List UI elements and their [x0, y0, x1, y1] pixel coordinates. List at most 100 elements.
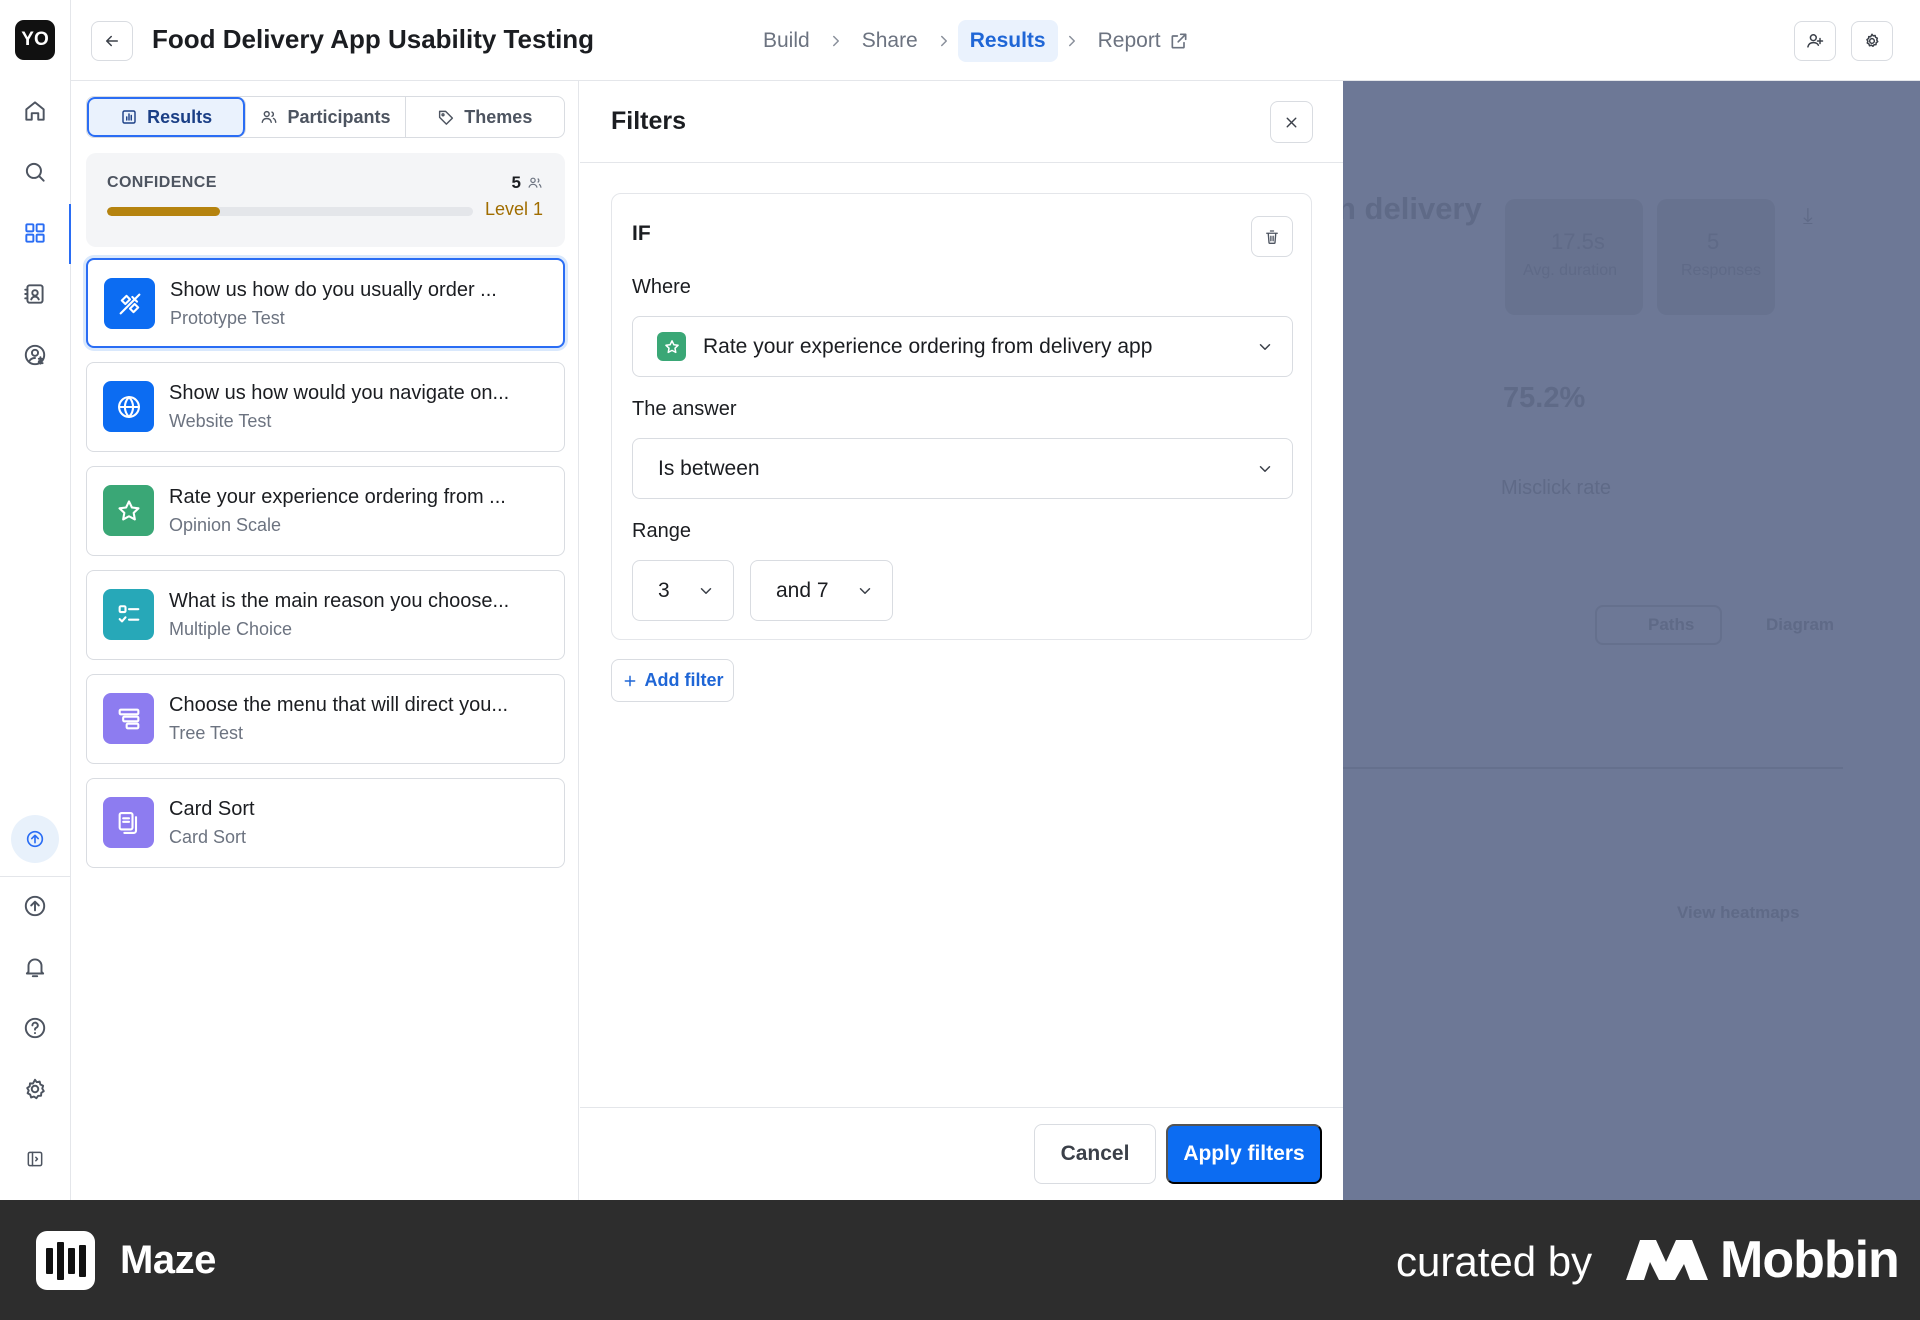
star-icon	[664, 339, 679, 353]
gear-icon	[1866, 33, 1879, 47]
filters-footer: Cancel Apply filters	[580, 1107, 1343, 1200]
block-title: Card Sort	[169, 798, 255, 820]
where-value: Rate your experience ordering from deliv…	[703, 334, 1153, 358]
tab-participants-label: Participants	[287, 106, 391, 127]
mobbin-name: Mobbin	[1720, 1231, 1900, 1289]
block-list: Show us how do you usually order ... Pro…	[86, 258, 565, 882]
notifications-icon[interactable]	[15, 947, 55, 987]
range-label: Range	[632, 520, 691, 542]
confidence-label: CONFIDENCE	[107, 174, 217, 191]
study-settings-button[interactable]	[1851, 21, 1893, 61]
attribution-footer: Maze curated by Mobbin	[0, 1200, 1920, 1320]
publish-icon[interactable]	[15, 886, 55, 926]
bg-misclick-value: 75.2%	[1503, 382, 1586, 414]
answer-label: The answer	[632, 398, 737, 420]
apply-filters-button[interactable]: Apply filters	[1166, 1124, 1322, 1184]
step-results[interactable]: Results	[957, 20, 1058, 62]
block-type: Tree Test	[169, 723, 244, 743]
range-to-select[interactable]: and 7	[750, 560, 893, 621]
bg-stat-label: Responses	[1681, 262, 1762, 279]
workspace-avatar[interactable]: YO	[15, 20, 55, 60]
block-item[interactable]: Card Sort Card Sort	[86, 778, 565, 868]
bg-view-heatmaps: View heatmaps	[1677, 903, 1800, 922]
block-title: Show us how would you navigate on...	[169, 382, 510, 404]
results-tabs: Results Participants Themes	[86, 96, 565, 138]
block-icon	[103, 589, 154, 640]
block-type: Card Sort	[169, 827, 247, 847]
bg-divider	[1343, 767, 1843, 769]
tab-themes[interactable]: Themes	[406, 97, 564, 137]
block-icon	[103, 381, 154, 432]
arrow-left-icon	[106, 35, 118, 47]
curated-by-label: curated by	[1396, 1238, 1593, 1285]
range-from-value: 3	[658, 578, 670, 602]
answer-operator-value: Is between	[658, 456, 760, 480]
tab-results-label: Results	[147, 106, 213, 127]
bg-misclick-label: Misclick rate	[1501, 477, 1612, 499]
filters-drawer: Filters IF Where Rate your experience or…	[580, 81, 1343, 1200]
where-select[interactable]: Rate your experience ordering from deliv…	[632, 316, 1293, 377]
condition-if-label: IF	[632, 222, 651, 245]
step-share[interactable]: Share	[850, 20, 930, 62]
block-title: Show us how do you usually order ...	[170, 279, 497, 301]
close-icon	[1286, 117, 1297, 127]
bg-stat-value: 5	[1707, 229, 1720, 254]
contacts-icon[interactable]	[15, 274, 55, 314]
settings-icon[interactable]	[15, 1069, 55, 1109]
home-icon[interactable]	[15, 91, 55, 131]
where-label: Where	[632, 276, 691, 298]
chevron-right-icon	[832, 35, 839, 47]
prototype-icon	[119, 293, 140, 314]
bg-stat-label: Avg. duration	[1523, 262, 1617, 279]
block-item[interactable]: Rate your experience ordering from ... O…	[86, 466, 565, 556]
collapse-sidebar-icon[interactable]	[15, 1139, 55, 1179]
upgrade-icon[interactable]	[11, 815, 59, 863]
range-from-select[interactable]: 3	[632, 560, 734, 621]
answer-operator-select[interactable]: Is between	[632, 438, 1293, 499]
add-filter-button[interactable]: Add filter	[611, 659, 734, 702]
back-button[interactable]	[91, 21, 133, 61]
confidence-card: CONFIDENCE 5 Level 1	[86, 153, 565, 247]
help-icon[interactable]	[15, 1008, 55, 1048]
tag-icon	[439, 110, 454, 125]
user-billing-icon[interactable]	[15, 335, 55, 375]
step-report-label: Report	[1097, 29, 1161, 52]
modal-backdrop[interactable]: n delivery ⤓ 17.5s Avg. duration 5 Respo…	[1343, 81, 1920, 1200]
confidence-progress-bar	[107, 207, 473, 216]
cards-icon	[118, 811, 137, 834]
block-type: Prototype Test	[170, 308, 285, 328]
users-icon	[262, 110, 277, 123]
delete-condition-button[interactable]	[1251, 216, 1293, 257]
block-item[interactable]: Show us how do you usually order ... Pro…	[86, 258, 565, 348]
block-title: Rate your experience ordering from ...	[169, 486, 506, 508]
block-icon	[104, 278, 155, 329]
step-build[interactable]: Build	[751, 20, 822, 62]
bg-stat-card	[1657, 199, 1775, 315]
block-item[interactable]: Choose the menu that will direct you... …	[86, 674, 565, 764]
maze-logo	[36, 1231, 95, 1290]
confidence-progress-fill	[107, 207, 221, 216]
opinion-scale-badge	[657, 332, 686, 361]
block-item[interactable]: What is the main reason you choose... Mu…	[86, 570, 565, 660]
users-icon	[528, 177, 542, 188]
block-type: Website Test	[169, 411, 272, 431]
block-title: Choose the menu that will direct you...	[169, 694, 509, 716]
block-icon	[103, 485, 154, 536]
grid-icon[interactable]	[15, 213, 55, 253]
trash-icon	[1266, 229, 1278, 244]
chevron-down-icon	[859, 588, 871, 594]
bg-block-heading: n delivery	[1343, 191, 1482, 226]
block-item[interactable]: Show us how would you navigate on... Web…	[86, 362, 565, 452]
workflow-steps: Build Share Results Report	[751, 19, 1201, 63]
cancel-button[interactable]: Cancel	[1034, 1124, 1156, 1184]
tab-participants[interactable]: Participants	[246, 97, 406, 137]
close-filters-button[interactable]	[1270, 101, 1313, 143]
search-icon[interactable]	[15, 152, 55, 192]
block-icon	[103, 797, 154, 848]
tab-results[interactable]: Results	[87, 97, 247, 137]
block-type: Opinion Scale	[169, 515, 282, 535]
external-link-icon	[1171, 33, 1187, 49]
invite-collaborator-button[interactable]	[1794, 21, 1836, 61]
bg-paths-label: Paths	[1648, 615, 1695, 634]
step-report[interactable]: Report	[1086, 20, 1201, 62]
